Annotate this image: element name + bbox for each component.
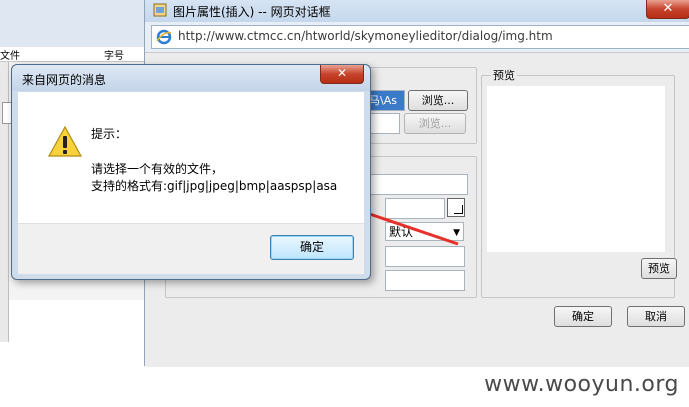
message-text-line2: 支持的格式有:gif|jpg|jpeg|bmp|aaspsp|asa (91, 179, 338, 193)
message-box-titlebar: 来自网页的消息 ✕ (12, 65, 370, 91)
webpage-message-box: 来自网页的消息 ✕ 提示： 请选择一个有效的文件， 支持的格式有:gif|jpg… (11, 64, 371, 280)
message-close-button[interactable]: ✕ (320, 65, 364, 84)
watermark: www.wooyun.org (484, 372, 679, 397)
warning-icon (48, 126, 82, 157)
message-heading: 提示： (91, 127, 128, 141)
message-text-line1: 请选择一个有效的文件， (91, 162, 224, 176)
message-footer: 确定 (18, 223, 364, 274)
message-box-title: 来自网页的消息 (22, 73, 107, 87)
message-content: 提示： 请选择一个有效的文件， 支持的格式有:gif|jpg|jpeg|bmp|… (18, 92, 364, 223)
close-icon: ✕ (336, 66, 348, 80)
message-ok-button[interactable]: 确定 (270, 235, 354, 260)
